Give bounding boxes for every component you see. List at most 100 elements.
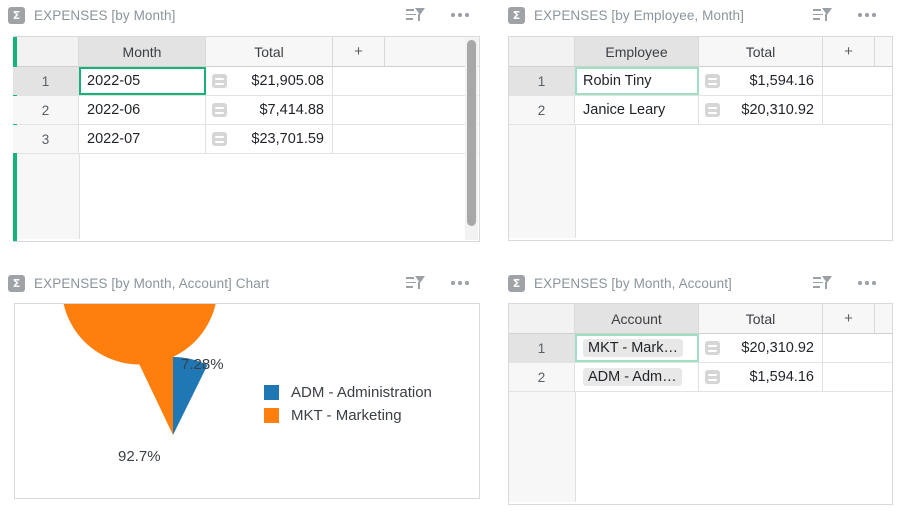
cell-total-value: $7,414.88: [259, 102, 324, 118]
column-header-employee[interactable]: Employee: [575, 37, 699, 66]
cell-employee[interactable]: Robin Tiny: [575, 67, 699, 95]
widget-4-title: EXPENSES [by Month, Account]: [534, 275, 732, 291]
empty-row-number-gutter: [509, 392, 576, 502]
legend-item-mkt[interactable]: MKT - Marketing: [264, 407, 432, 424]
legend-swatch-adm: [264, 385, 279, 400]
chart-legend: ADM - Administration MKT - Marketing: [264, 384, 432, 430]
widget-2-actions: [813, 0, 876, 30]
empty-grid-area: [509, 125, 892, 238]
row-filler: [333, 96, 479, 124]
sigma-icon: Σ: [508, 6, 525, 24]
row-number[interactable]: 1: [509, 334, 575, 362]
column-header-total[interactable]: Total: [206, 37, 333, 66]
record-card-icon[interactable]: [212, 74, 227, 88]
sort-filter-icon[interactable]: [813, 275, 832, 291]
cell-employee[interactable]: Janice Leary: [575, 96, 699, 124]
legend-item-adm[interactable]: ADM - Administration: [264, 384, 432, 401]
sigma-icon: Σ: [8, 274, 25, 292]
row-number-header: [509, 37, 575, 66]
row-number-header: [13, 37, 79, 66]
vertical-scrollbar[interactable]: [465, 38, 478, 240]
record-card-icon[interactable]: [212, 103, 227, 117]
table-row[interactable]: 1 MKT - Mark… $20,310.92: [509, 334, 892, 363]
empty-cells-area: [80, 154, 479, 239]
header-filler: [875, 304, 892, 333]
widget-1-actions: [406, 0, 469, 30]
cell-total-value: $21,905.08: [251, 73, 324, 89]
widget-4-header-row: Account Total +: [509, 304, 892, 334]
options-dots-icon[interactable]: [451, 13, 469, 17]
row-number[interactable]: 2: [509, 363, 575, 391]
widget-1-grid[interactable]: Month Total + 1 2022-05 $21,905.08 2 202…: [13, 36, 480, 242]
cell-total-value: $23,701.59: [251, 131, 324, 147]
sort-filter-icon[interactable]: [406, 7, 425, 23]
table-row[interactable]: 2 2022-06 $7,414.88: [13, 96, 479, 125]
options-dots-icon[interactable]: [858, 13, 876, 17]
cell-month[interactable]: 2022-06: [79, 96, 206, 124]
record-card-icon[interactable]: [212, 132, 227, 146]
column-header-month[interactable]: Month: [79, 37, 206, 66]
cell-total[interactable]: $1,594.16: [699, 363, 823, 391]
sigma-icon: Σ: [8, 6, 25, 24]
empty-row-number-gutter: [509, 125, 576, 238]
pie-label-mkt: 92.7%: [118, 448, 161, 465]
row-filler: [333, 125, 479, 153]
widget-4-grid[interactable]: Account Total + 1 MKT - Mark… $20,310.92…: [508, 303, 893, 505]
options-dots-icon[interactable]: [858, 281, 876, 285]
empty-cells-area: [576, 392, 892, 502]
pie-label-adm: 7.28%: [181, 356, 224, 373]
cell-total[interactable]: $20,310.92: [699, 334, 823, 362]
widget-2-header-row: Employee Total +: [509, 37, 892, 67]
row-number[interactable]: 3: [13, 125, 79, 153]
cell-account-chip: MKT - Mark…: [583, 339, 683, 357]
cell-total[interactable]: $20,310.92: [699, 96, 823, 124]
cell-total[interactable]: $1,594.16: [699, 67, 823, 95]
column-header-total[interactable]: Total: [699, 304, 823, 333]
widget-expenses-by-month-account-chart: Σ EXPENSES [by Month, Account] Chart 7.2…: [0, 268, 480, 515]
row-filler: [823, 363, 892, 391]
table-row[interactable]: 2 Janice Leary $20,310.92: [509, 96, 892, 125]
add-column-button[interactable]: +: [823, 37, 875, 66]
header-filler: [875, 37, 892, 66]
widget-expenses-by-employee-month: Σ EXPENSES [by Employee, Month] Employee…: [500, 0, 900, 245]
options-dots-icon[interactable]: [451, 281, 469, 285]
empty-grid-area: [509, 392, 892, 502]
widget-1-header-row: Month Total +: [13, 37, 479, 67]
column-header-account[interactable]: Account: [575, 304, 699, 333]
row-filler: [823, 334, 892, 362]
cell-month[interactable]: 2022-05: [79, 67, 206, 95]
sort-filter-icon[interactable]: [406, 275, 425, 291]
cell-total[interactable]: $7,414.88: [206, 96, 333, 124]
cell-month[interactable]: 2022-07: [79, 125, 206, 153]
cell-account[interactable]: ADM - Adm…: [575, 363, 699, 391]
cell-account[interactable]: MKT - Mark…: [575, 334, 699, 362]
row-number[interactable]: 2: [13, 96, 79, 124]
record-card-icon[interactable]: [705, 341, 720, 355]
table-row[interactable]: 1 Robin Tiny $1,594.16: [509, 67, 892, 96]
table-row[interactable]: 3 2022-07 $23,701.59: [13, 125, 479, 154]
record-card-icon[interactable]: [705, 370, 720, 384]
cell-account-chip: ADM - Adm…: [583, 368, 682, 386]
pie-chart-container[interactable]: 7.28% 92.7% ADM - Administration MKT - M…: [14, 303, 480, 499]
row-number[interactable]: 1: [13, 67, 79, 95]
record-card-icon[interactable]: [705, 74, 720, 88]
column-header-total[interactable]: Total: [699, 37, 823, 66]
widget-2-title: EXPENSES [by Employee, Month]: [534, 7, 744, 23]
sort-filter-icon[interactable]: [813, 7, 832, 23]
widget-expenses-by-month-account: Σ EXPENSES [by Month, Account] Account T…: [500, 268, 900, 515]
table-row[interactable]: 2 ADM - Adm… $1,594.16: [509, 363, 892, 392]
cell-total[interactable]: $23,701.59: [206, 125, 333, 153]
widget-2-grid[interactable]: Employee Total + 1 Robin Tiny $1,594.16 …: [508, 36, 893, 241]
table-row[interactable]: 1 2022-05 $21,905.08: [13, 67, 479, 96]
row-filler: [333, 67, 479, 95]
add-column-button[interactable]: +: [333, 37, 385, 66]
record-card-icon[interactable]: [705, 103, 720, 117]
cell-total[interactable]: $21,905.08: [206, 67, 333, 95]
empty-cells-area: [576, 125, 892, 238]
legend-label-mkt: MKT - Marketing: [291, 407, 402, 424]
vertical-scrollbar-thumb[interactable]: [467, 40, 476, 226]
cell-total-value: $20,310.92: [741, 340, 814, 356]
row-number[interactable]: 1: [509, 67, 575, 95]
add-column-button[interactable]: +: [823, 304, 875, 333]
row-number[interactable]: 2: [509, 96, 575, 124]
